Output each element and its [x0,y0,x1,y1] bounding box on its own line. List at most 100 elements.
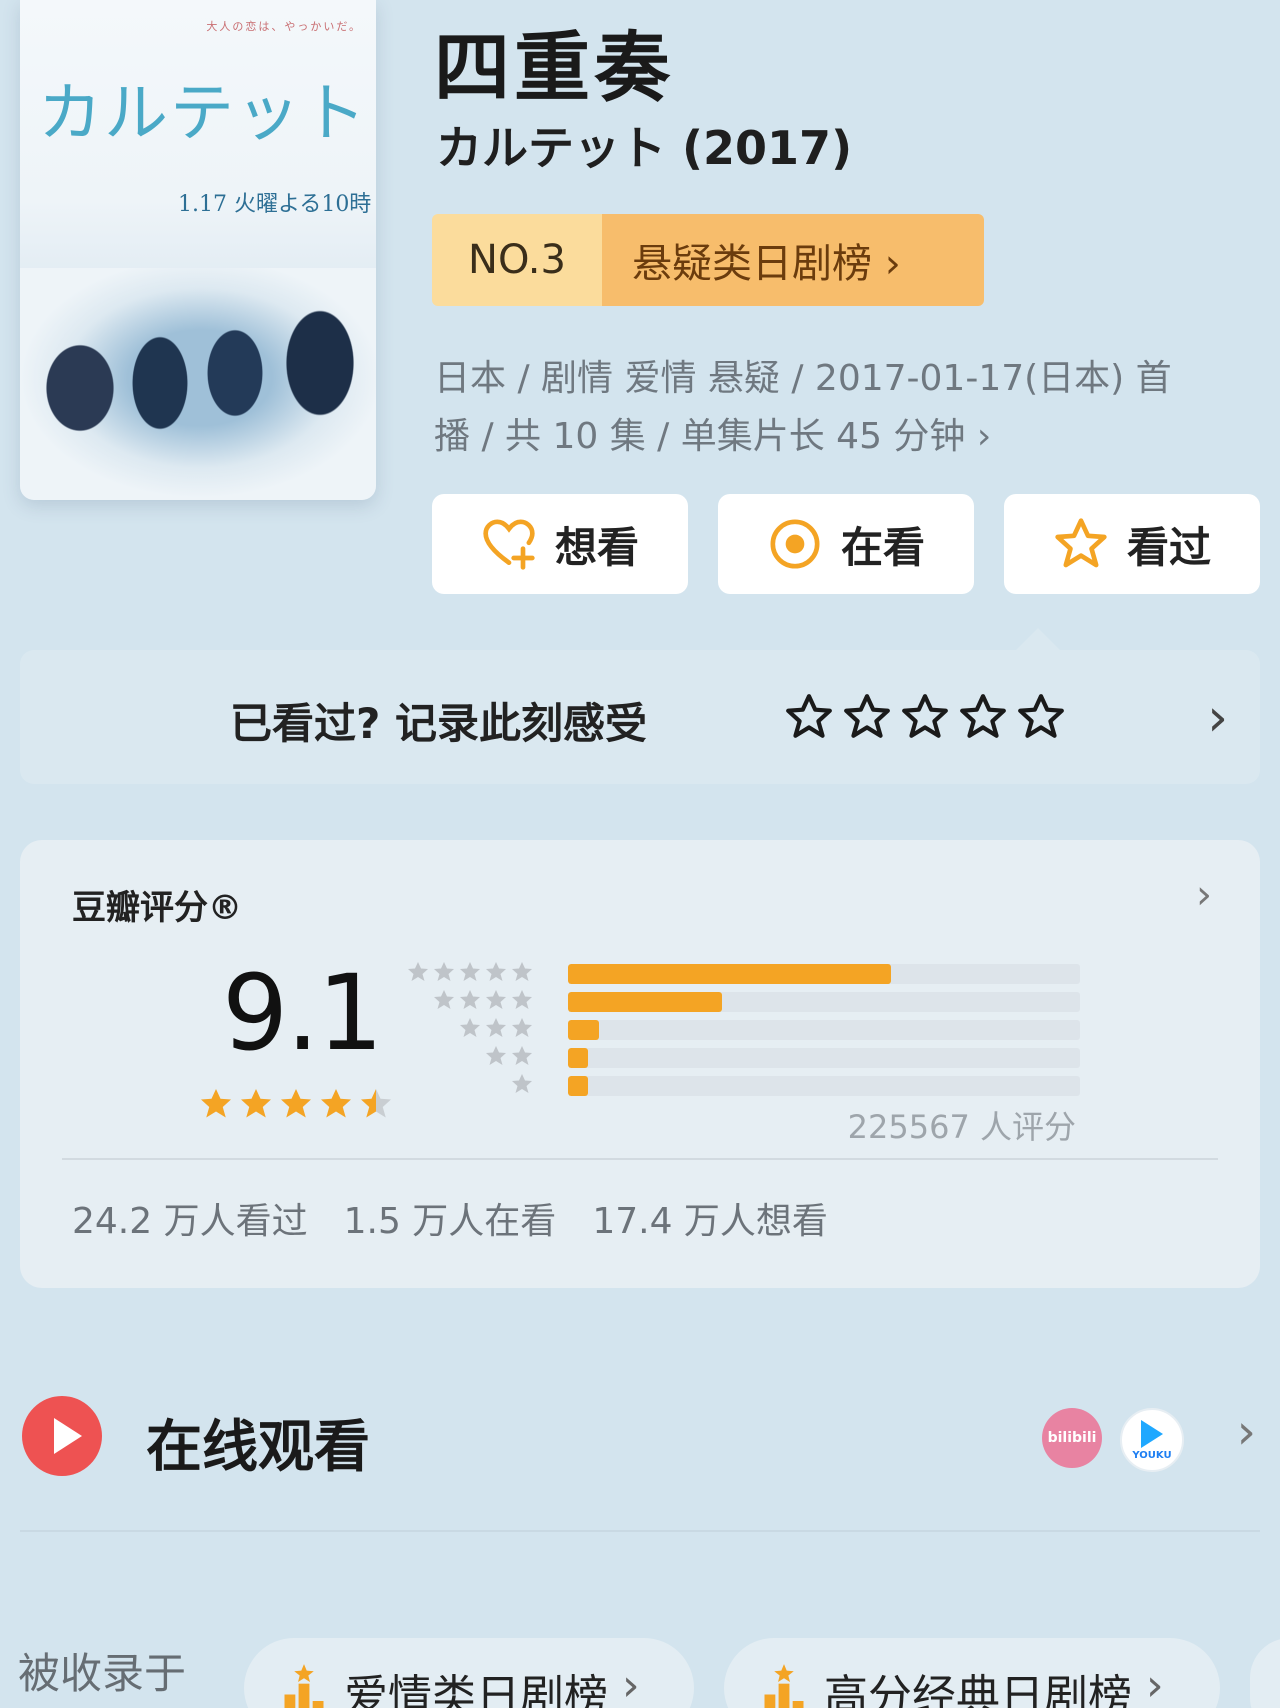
stat-watched: 24.2 万人看过 [72,1201,308,1242]
rater-count: 225567 人评分 [847,1108,1076,1146]
distribution-stars [406,960,534,984]
distribution-row [422,1072,1102,1100]
watched-button[interactable]: 看过 [1004,494,1260,594]
chevron-right-icon: › [1146,1660,1164,1708]
empty-star-icon [844,694,890,738]
play-icon [22,1396,102,1476]
grey-star-icon [486,1046,506,1065]
watched-label: 看过 [1126,522,1211,572]
filled-star-icon [281,1089,311,1118]
grey-star-icon [486,962,506,981]
grey-star-icon [460,1018,480,1037]
bilibili-icon[interactable]: bilibili [1042,1408,1102,1468]
ranking-icon [764,1664,804,1708]
empty-star-icon [786,694,832,738]
grey-star-icon [512,962,532,981]
rank-number: NO.3 [432,214,602,306]
meta-line-2: 播 / 共 10 集 / 单集片长 45 分钟 › [434,416,992,457]
record-pointer [1016,628,1060,650]
distribution-bar [568,1076,589,1096]
section-divider [20,1530,1260,1532]
page-title: 四重奏 [434,23,674,112]
grey-star-icon [460,990,480,1009]
poster-tagline: 大人の恋は、やっかいだ。 [206,20,362,33]
collection-pill-partial[interactable] [1250,1638,1280,1708]
filled-star-icon [241,1089,271,1118]
meta-info[interactable]: 日本 / 剧情 爱情 悬疑 / 2017-01-17(日本) 首 播 / 共 1… [434,350,1234,466]
rating-distribution [408,960,1102,1100]
chevron-right-icon: › [1207,688,1228,748]
collection-name: 高分经典日剧榜 [824,1671,1132,1708]
distribution-row [422,1016,1102,1044]
distribution-stars [432,988,534,1012]
distribution-stars [484,1044,534,1068]
collection-name: 爱情类日剧榜 [344,1671,608,1708]
collection-pill[interactable]: 高分经典日剧榜 › [724,1638,1220,1708]
distribution-bar [568,992,722,1012]
stat-want: 17.4 万人想看 [592,1201,828,1242]
distribution-track [568,1020,1080,1040]
grey-star-icon [486,1018,506,1037]
chevron-right-icon: › [1236,1404,1256,1460]
rating-score-stars [198,1086,394,1122]
distribution-bar [568,964,891,984]
want-to-watch-label: 想看 [554,522,639,572]
poster-image[interactable]: 大人の恋は、やっかいだ。 カルテット 1.17 火曜よる10時 [20,0,376,500]
distribution-bar [568,1048,589,1068]
rank-list-name: 悬疑类日剧榜 › [602,214,984,306]
action-buttons: 想看 在看 看过 [432,494,1260,594]
grey-star-icon [434,962,454,981]
grey-star-icon [434,990,454,1009]
youku-icon[interactable]: YOUKU [1120,1408,1184,1472]
filled-star-icon [321,1089,351,1118]
chevron-right-icon: › [622,1660,640,1708]
original-title: カルテット (2017) [436,121,853,175]
grey-star-icon [512,1018,532,1037]
rank-badge[interactable]: NO.3 悬疑类日剧榜 › [432,214,984,306]
youku-logo-mark [1141,1419,1163,1448]
grey-star-icon [460,962,480,981]
rating-label: 豆瓣评分® [72,888,242,928]
distribution-stars [510,1072,534,1096]
distribution-track [568,1076,1080,1096]
rating-card[interactable]: 豆瓣评分® › 9.1 225567 人评分 24.2 万人看过 1.5 万人在… [20,840,1260,1288]
rating-score: 9.1 [222,952,383,1074]
online-watch-row[interactable]: 在线观看 bilibili YOUKU › [20,1396,1260,1480]
stat-watching: 1.5 万人在看 [343,1201,557,1242]
distribution-track [568,1048,1080,1068]
distribution-row [422,988,1102,1016]
distribution-track [568,992,1080,1012]
record-feeling-bar[interactable]: 已看过? 记录此刻感受 › [20,628,1260,784]
grey-star-icon [512,1074,532,1093]
collected-label: 被收录于 [18,1649,187,1698]
grey-star-icon [512,990,532,1009]
grey-star-icon [408,962,428,981]
star-icon [1055,518,1107,568]
grey-star-icon [512,1046,532,1065]
online-watch-label: 在线观看 [146,1415,370,1480]
want-to-watch-button[interactable]: 想看 [432,494,688,594]
empty-star-icon [902,694,948,738]
watching-label: 在看 [840,522,925,572]
record-prompt: 已看过? 记录此刻感受 [230,699,647,748]
heart-plus-icon [483,519,535,570]
poster-airdate: 1.17 火曜よる10時 [178,192,372,217]
empty-star-icon [1018,694,1064,738]
poster-logo: カルテット [38,77,368,151]
empty-star-icon [960,694,1006,738]
watching-button[interactable]: 在看 [718,494,974,594]
chevron-right-icon: › [1196,872,1212,918]
distribution-row [408,960,1102,988]
distribution-row [422,1044,1102,1072]
distribution-stars [458,1016,534,1040]
collection-pill[interactable]: 爱情类日剧榜 › [244,1638,694,1708]
half-star-icon [361,1089,391,1118]
target-icon [770,519,820,569]
watch-stats: 24.2 万人看过 1.5 万人在看 17.4 万人想看 [72,1192,828,1244]
distribution-track [568,964,1080,984]
ranking-icon [284,1664,324,1708]
record-stars[interactable] [784,692,1066,742]
grey-star-icon [486,990,506,1009]
distribution-bar [568,1020,599,1040]
meta-line-1: 日本 / 剧情 爱情 悬疑 / 2017-01-17(日本) 首 [434,358,1172,399]
